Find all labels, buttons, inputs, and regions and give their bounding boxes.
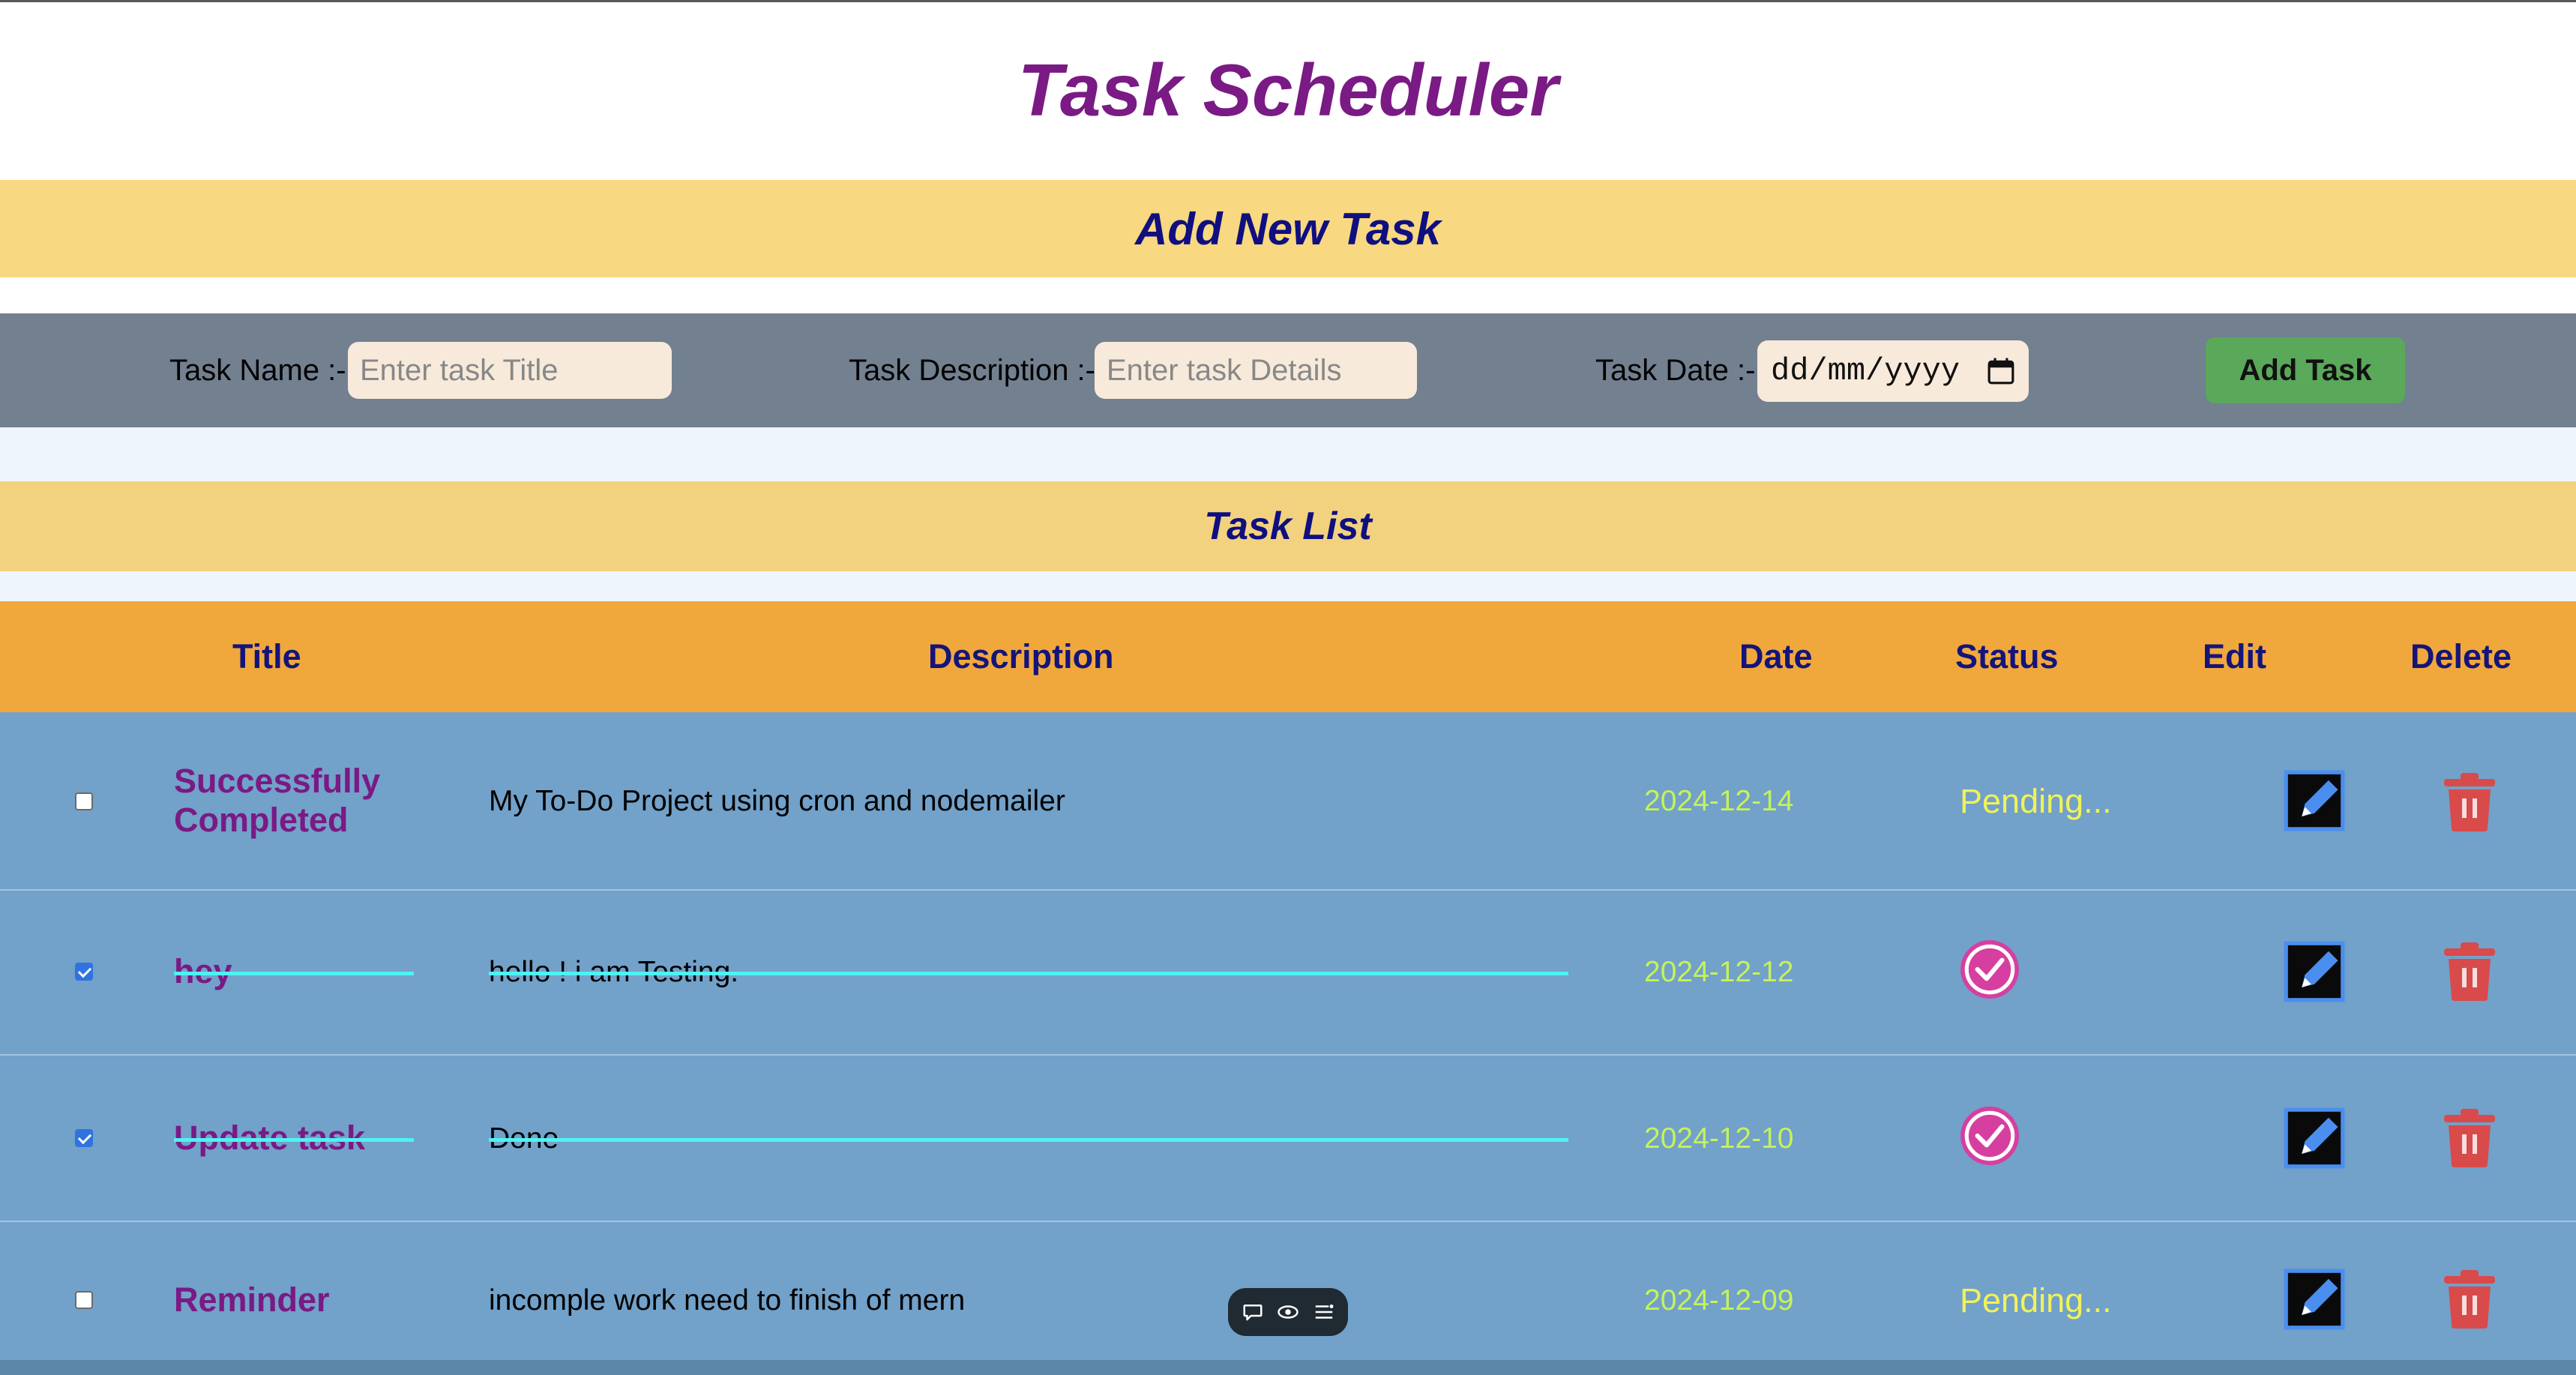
eye-icon[interactable] <box>1277 1301 1299 1323</box>
column-header-date: Date <box>1739 637 1813 676</box>
add-task-heading: Add New Task <box>1135 203 1441 254</box>
task-title-line: Completed <box>174 801 349 839</box>
column-header-description: Description <box>928 637 1114 676</box>
task-date: 2024-12-14 <box>1644 785 1794 817</box>
spacer-band <box>0 571 2576 601</box>
task-name-label: Task Name :- <box>169 353 346 387</box>
add-task-button[interactable]: Add Task <box>2206 337 2405 403</box>
task-complete-checkbox[interactable] <box>75 1291 93 1309</box>
task-table-header: Title Description Date Status Edit Delet… <box>0 601 2576 712</box>
task-title-line: Successfully <box>174 762 381 800</box>
edit-icon[interactable] <box>2282 1107 2347 1170</box>
task-list-heading: Task List <box>1204 505 1372 548</box>
title-strike-line <box>174 1138 414 1142</box>
trash-icon[interactable] <box>2443 771 2497 831</box>
task-date-input[interactable]: dd/mm/yyyy <box>1757 340 2029 402</box>
task-title: Reminder <box>174 1281 330 1320</box>
task-description-label: Task Description :- <box>849 353 1095 387</box>
task-date: 2024-12-12 <box>1644 956 1794 988</box>
edit-icon[interactable] <box>2282 1268 2347 1331</box>
description-strike-line <box>489 1138 1568 1142</box>
status-pending: Pending... <box>1960 782 2112 820</box>
task-complete-checkbox[interactable] <box>75 963 93 981</box>
table-row: hey hello ! i am Testing. 2024-12-12 <box>0 891 2576 1056</box>
column-header-delete: Delete <box>2410 637 2512 676</box>
column-header-title: Title <box>232 637 301 676</box>
trash-icon[interactable] <box>2443 941 2497 1001</box>
table-row: Successfully Completed My To-Do Project … <box>0 712 2576 891</box>
status-pending: Pending... <box>1960 1281 2112 1320</box>
top-border <box>0 0 2576 2</box>
floating-toolbar <box>1228 1288 1348 1336</box>
task-list-section-header: Task List <box>0 481 2576 571</box>
spacer-band <box>0 427 2576 481</box>
task-title-line: Reminder <box>174 1281 330 1319</box>
task-date-label: Task Date :- <box>1595 353 1756 387</box>
task-description-input[interactable] <box>1095 342 1417 399</box>
edit-icon[interactable] <box>2282 940 2347 1003</box>
trash-icon[interactable] <box>2443 1269 2497 1329</box>
check-circle-icon <box>1960 1107 2019 1165</box>
list-icon[interactable] <box>1313 1301 1335 1323</box>
task-description: My To-Do Project using cron and nodemail… <box>489 785 1065 817</box>
edit-icon[interactable] <box>2282 769 2347 832</box>
page-title: Task Scheduler <box>1017 49 1559 131</box>
next-row-edge <box>0 1360 2576 1375</box>
task-date-placeholder: dd/mm/yyyy <box>1771 353 1960 389</box>
task-description: incomple work need to finish of mern <box>489 1284 966 1317</box>
calendar-icon[interactable] <box>1987 357 2015 385</box>
trash-icon[interactable] <box>2443 1107 2497 1167</box>
table-row: Update task Done 2024-12-10 <box>0 1056 2576 1222</box>
description-strike-line <box>489 972 1568 975</box>
check-circle-icon <box>1960 940 2019 999</box>
task-name-input[interactable] <box>348 342 672 399</box>
task-date: 2024-12-09 <box>1644 1284 1794 1317</box>
task-date: 2024-12-10 <box>1644 1122 1794 1155</box>
column-header-status: Status <box>1955 637 2059 676</box>
comment-icon[interactable] <box>1242 1301 1264 1323</box>
task-complete-checkbox[interactable] <box>75 792 93 810</box>
column-header-edit: Edit <box>2203 637 2266 676</box>
task-title: Successfully Completed <box>174 762 380 840</box>
task-complete-checkbox[interactable] <box>75 1129 93 1147</box>
title-strike-line <box>174 972 414 975</box>
add-task-section-header: Add New Task <box>0 180 2576 277</box>
